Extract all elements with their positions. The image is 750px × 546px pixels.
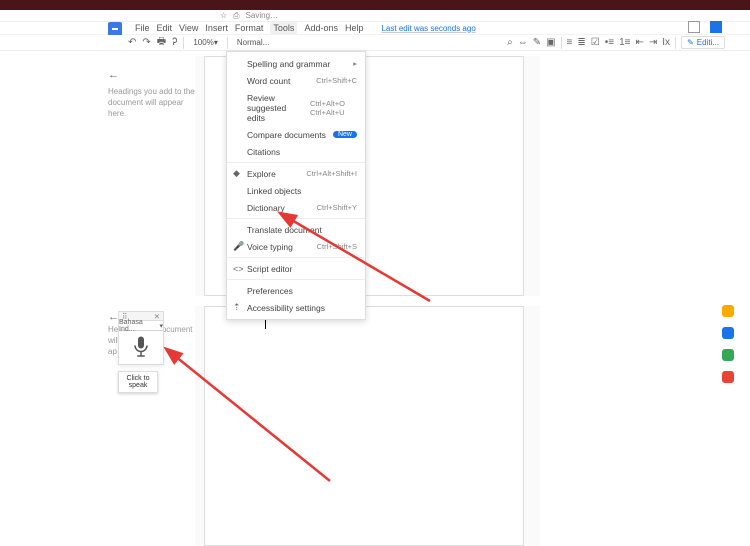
script-icon: <> (233, 264, 244, 274)
mi-translate[interactable]: Translate document (227, 221, 365, 238)
indent-dec-icon[interactable]: ⇤ (636, 37, 644, 48)
microphone-icon (132, 335, 150, 361)
redo-icon[interactable]: ↷ (142, 37, 150, 48)
mi-voice-typing[interactable]: 🎤Voice typingCtrl+Shift+S (227, 238, 365, 255)
image-icon[interactable]: ▣ (546, 37, 555, 48)
mi-compare[interactable]: Compare documentsNew (227, 126, 365, 143)
calendar-icon[interactable] (722, 305, 734, 317)
docs-toolbar: ↶ ↷ 🖶 Ꭾ 100% ▾ Normal... ⌕ ⇔ ✎ ▣ ≡ ≣ ☑ •… (0, 35, 750, 51)
mi-linked[interactable]: Linked objects (227, 182, 365, 199)
link-icon[interactable]: ⌕ (507, 37, 513, 48)
document-stage-2 (195, 306, 540, 546)
mi-script-editor[interactable]: <>Script editor (227, 260, 365, 277)
menu-view[interactable]: View (179, 23, 198, 33)
collapse-outline-icon[interactable]: ← (108, 69, 196, 81)
cloud-save-icon: ⎙ (233, 11, 239, 21)
paint-format-icon[interactable]: Ꭾ (172, 37, 177, 48)
screenshot-2: ← Headings the document will ap ⠿✕ Bahas… (0, 301, 750, 511)
screenshot-1: ← Headings you add to the document will … (0, 51, 750, 301)
editing-mode-button[interactable]: ✎ Editi... (681, 36, 725, 49)
bulleted-list-icon[interactable]: •≡ (605, 37, 614, 48)
text-cursor (265, 319, 266, 329)
numbered-list-icon[interactable]: 1≡ (619, 37, 630, 48)
zoom-selector[interactable]: 100% ▾ (190, 37, 220, 48)
style-selector[interactable]: Normal... (234, 37, 272, 48)
voice-typing-widget[interactable]: ⠿✕ Bahasa Ind...▾ Click to speak (118, 311, 164, 393)
menu-format[interactable]: Format (235, 23, 264, 33)
share-button[interactable] (710, 21, 722, 33)
saving-status: Saving… (246, 11, 278, 20)
line-spacing-icon[interactable]: ≣ (577, 37, 585, 48)
outline-panel: ← Headings you add to the document will … (108, 69, 196, 119)
vt-language-selector[interactable]: Bahasa Ind...▾ (118, 321, 164, 331)
checklist-icon[interactable]: ☑ (591, 37, 600, 48)
indent-inc-icon[interactable]: ⇥ (649, 37, 657, 48)
print-icon[interactable]: 🖶 (157, 34, 166, 51)
mic-icon: 🎤 (233, 241, 244, 252)
accessibility-icon: ⇡ (233, 302, 241, 313)
mi-wordcount[interactable]: Word countCtrl+Shift+C (227, 72, 365, 89)
side-panel-icons (722, 301, 734, 383)
menu-tools[interactable]: Tools (270, 22, 297, 34)
last-edit-link[interactable]: Last edit was seconds ago (381, 24, 475, 33)
align-left-icon[interactable]: ≡ (567, 37, 573, 48)
maps-icon[interactable] (722, 371, 734, 383)
tasks-icon[interactable] (722, 349, 734, 361)
mi-review[interactable]: Review suggested editsCtrl+Alt+O Ctrl+Al… (227, 89, 365, 126)
undo-icon[interactable]: ↶ (128, 37, 136, 48)
mi-spelling[interactable]: Spelling and grammar▸ (227, 55, 365, 72)
docs-logo-icon[interactable] (108, 22, 122, 36)
keep-icon[interactable] (722, 327, 734, 339)
docs-menubar: File Edit View Insert Format Tools Add-o… (0, 22, 750, 35)
menu-help[interactable]: Help (345, 23, 364, 33)
menu-insert[interactable]: Insert (205, 23, 228, 33)
vt-mic-button[interactable] (118, 331, 164, 365)
mi-accessibility[interactable]: ⇡Accessibility settings (227, 299, 365, 316)
mi-preferences[interactable]: Preferences (227, 282, 365, 299)
clear-formatting-icon[interactable]: Ix (662, 37, 670, 48)
menu-addons[interactable]: Add-ons (304, 23, 338, 33)
browser-tabbar (0, 0, 750, 10)
tools-dropdown: Spelling and grammar▸ Word countCtrl+Shi… (226, 51, 366, 320)
star-icon[interactable]: ☆ (220, 11, 227, 20)
outline-empty-hint: Headings you add to the document will ap… (108, 87, 196, 119)
browser-addressbar: ☆ ⎙ Saving… (0, 10, 750, 22)
vt-tooltip: Click to speak (118, 371, 158, 393)
comment-icon[interactable]: ✎ (533, 37, 541, 48)
menu-edit[interactable]: Edit (157, 23, 173, 33)
mi-explore[interactable]: ◆ExploreCtrl+Alt+Shift+I (227, 165, 365, 182)
present-icon[interactable] (688, 21, 700, 33)
chevron-down-icon: ▾ (159, 322, 163, 330)
link2-icon[interactable]: ⇔ (518, 37, 528, 48)
mi-dictionary[interactable]: DictionaryCtrl+Shift+Y (227, 199, 365, 216)
menu-file[interactable]: File (135, 23, 150, 33)
document-page-2[interactable] (204, 306, 524, 546)
explore-icon: ◆ (233, 168, 240, 179)
mi-citations[interactable]: Citations (227, 143, 365, 160)
